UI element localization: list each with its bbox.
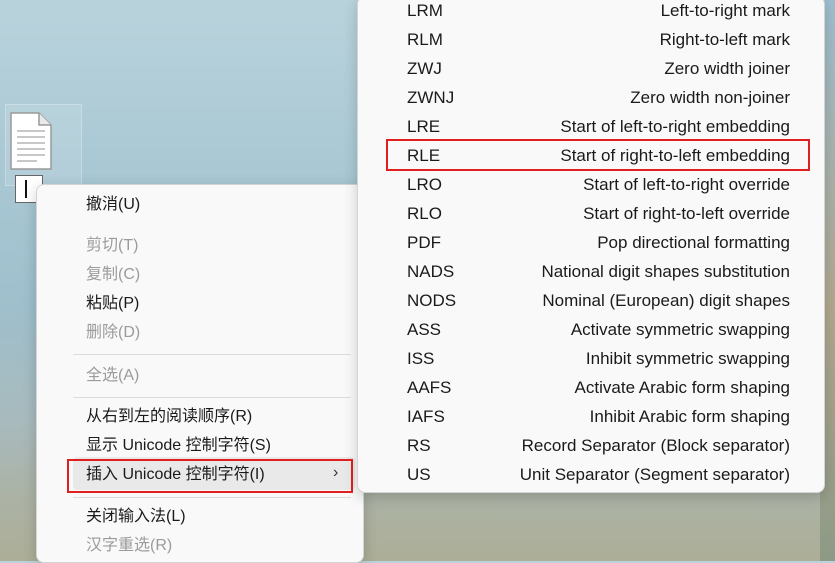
submenu-item-abbr: NADS [407, 262, 455, 281]
menu-item-delete: 删除(D) [86, 324, 141, 341]
submenu-item-desc: Pop directional formatting [597, 233, 790, 252]
menu-item-show-unicode-control[interactable]: 显示 Unicode 控制字符(S) [86, 432, 271, 460]
submenu-item-abbr: LRO [407, 175, 442, 194]
menu-item-cut: 剪切(T) [86, 237, 139, 254]
submenu-item-abbr: IAFS [407, 407, 445, 426]
submenu-item-us[interactable]: US Unit Separator (Segment separator) [358, 460, 824, 489]
context-menu: 撤消(U) 剪切(T) 复制(C) 粘贴(P) 删除(D) 全选(A) 从右到左… [36, 184, 364, 563]
submenu-item-nods[interactable]: NODS Nominal (European) digit shapes [358, 286, 824, 315]
submenu-item-desc: Inhibit symmetric swapping [585, 349, 790, 368]
submenu-item-pdf[interactable]: PDF Pop directional formatting [358, 228, 824, 257]
submenu-item-desc: Activate symmetric swapping [570, 320, 790, 339]
submenu-item-abbr: LRM [407, 1, 443, 20]
submenu-item-lro[interactable]: LRO Start of left-to-right override [358, 170, 824, 199]
menu-item-undo[interactable]: 撤消(U) [86, 191, 140, 219]
desktop-file[interactable] [5, 104, 82, 186]
submenu-item-desc: Right-to-left mark [659, 30, 790, 49]
submenu-item-abbr: US [407, 465, 431, 484]
submenu-item-desc: Start of left-to-right embedding [560, 117, 790, 136]
submenu-item-abbr: RLM [407, 30, 443, 49]
menu-item-paste[interactable]: 粘贴(P) [86, 290, 139, 318]
submenu-item-rs[interactable]: RS Record Separator (Block separator) [358, 431, 824, 460]
menu-item-rtl-reading-order[interactable]: 从右到左的阅读顺序(R) [86, 403, 252, 431]
document-file-icon [10, 112, 52, 170]
submenu-item-iafs[interactable]: IAFS Inhibit Arabic form shaping [358, 402, 824, 431]
submenu-item-zwj[interactable]: ZWJ Zero width joiner [358, 54, 824, 83]
submenu-item-desc: Inhibit Arabic form shaping [589, 407, 790, 426]
highlight-box-rle [386, 139, 810, 171]
submenu-item-desc: Unit Separator (Segment separator) [519, 465, 790, 484]
submenu-item-abbr: RS [407, 436, 431, 455]
menu-separator [73, 397, 351, 398]
submenu-item-rlo[interactable]: RLO Start of right-to-left override [358, 199, 824, 228]
submenu-item-desc: Nominal (European) digit shapes [542, 291, 790, 310]
submenu-item-nads[interactable]: NADS National digit shapes substitution [358, 257, 824, 286]
submenu-item-abbr: ZWJ [407, 59, 442, 78]
highlight-box-insert-unicode [67, 459, 353, 493]
submenu-item-desc: Zero width joiner [664, 59, 790, 78]
submenu-item-desc: Start of right-to-left override [583, 204, 790, 223]
submenu-item-lrm[interactable]: LRM Left-to-right mark [358, 0, 824, 25]
submenu-item-abbr: LRE [407, 117, 441, 136]
submenu-item-desc: Zero width non-joiner [630, 88, 790, 107]
submenu-item-abbr: NODS [407, 291, 457, 310]
submenu-item-abbr: PDF [407, 233, 441, 252]
submenu-item-zwnj[interactable]: ZWNJ Zero width non-joiner [358, 83, 824, 112]
submenu-item-desc: Record Separator (Block separator) [521, 436, 790, 455]
menu-item-close-ime[interactable]: 关闭输入法(L) [86, 503, 186, 531]
menu-separator [73, 497, 351, 498]
submenu-item-abbr: ISS [407, 349, 435, 368]
submenu-item-lre[interactable]: LRE Start of left-to-right embedding [358, 112, 824, 141]
submenu-item-iss[interactable]: ISS Inhibit symmetric swapping [358, 344, 824, 373]
text-caret-icon [25, 180, 27, 198]
submenu-item-desc: Start of left-to-right override [583, 175, 790, 194]
unicode-control-submenu: LRM Left-to-right mark RLM Right-to-left m… [357, 0, 825, 493]
menu-item-select-all: 全选(A) [86, 367, 140, 384]
menu-separator [73, 354, 351, 355]
submenu-item-rlm[interactable]: RLM Right-to-left mark [358, 25, 824, 54]
submenu-item-abbr: ASS [407, 320, 442, 339]
menu-item-reconvert: 汉字重选(R) [86, 537, 173, 554]
submenu-item-desc: Left-to-right mark [660, 1, 790, 20]
submenu-item-desc: National digit shapes substitution [541, 262, 790, 281]
submenu-item-desc: Activate Arabic form shaping [574, 378, 790, 397]
submenu-item-abbr: ZWNJ [407, 88, 455, 107]
submenu-item-ass[interactable]: ASS Activate symmetric swapping [358, 315, 824, 344]
menu-item-copy: 复制(C) [86, 266, 141, 283]
submenu-item-aafs[interactable]: AAFS Activate Arabic form shaping [358, 373, 824, 402]
submenu-item-abbr: AAFS [407, 378, 452, 397]
submenu-item-abbr: RLO [407, 204, 442, 223]
